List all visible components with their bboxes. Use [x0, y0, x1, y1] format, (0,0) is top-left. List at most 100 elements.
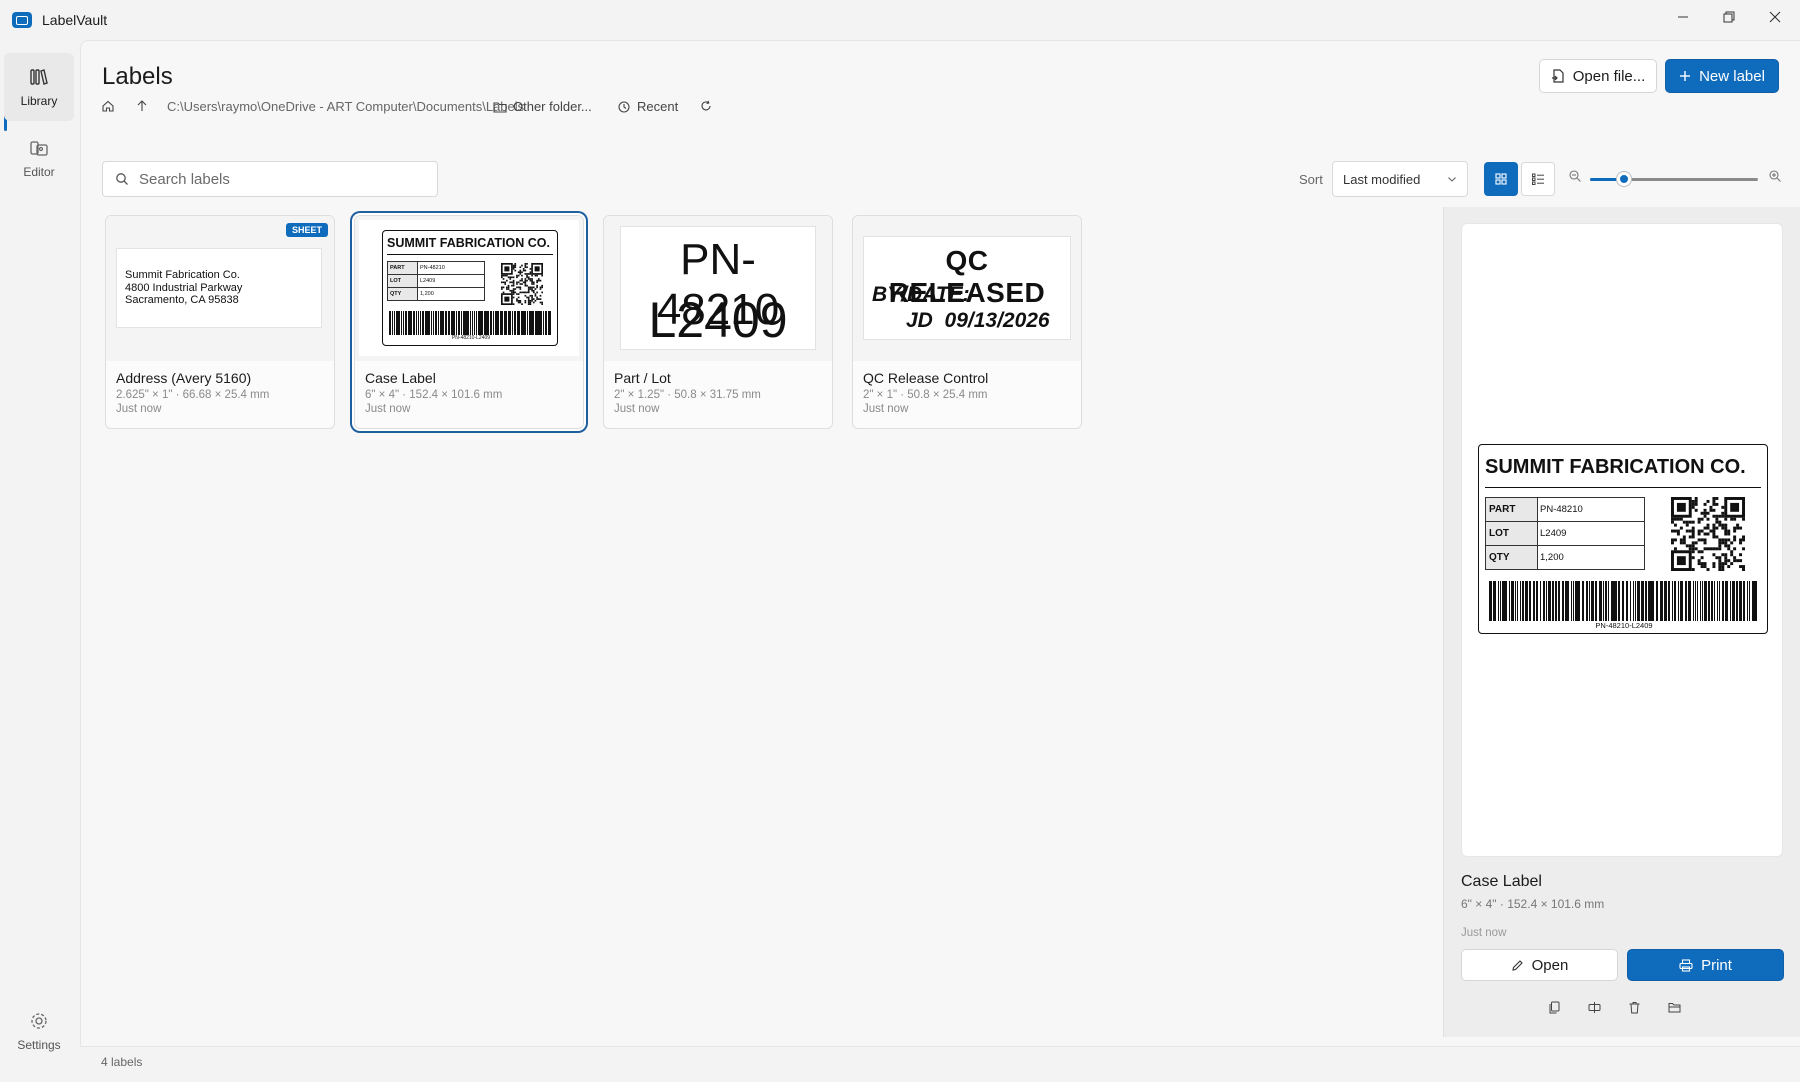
editor-icon [30, 141, 48, 156]
qr-module [1697, 520, 1701, 524]
sort-select[interactable]: Last modified [1332, 161, 1468, 197]
qr-module [529, 268, 532, 270]
open-label-button[interactable]: Open [1461, 949, 1618, 981]
qr-module [539, 301, 542, 304]
minimize-button[interactable] [1660, 0, 1706, 34]
qr-module [1673, 523, 1677, 527]
zoom-in-button[interactable] [1768, 169, 1782, 186]
qr-module [512, 281, 515, 284]
qr-module [519, 271, 522, 274]
qr-module [524, 266, 527, 269]
label-card-address[interactable]: Summit Fabrication Co. 4800 Industrial P… [105, 215, 335, 429]
nav-item-library-label: Library [20, 94, 58, 108]
qr-module [1718, 547, 1722, 551]
qr-module [1712, 502, 1716, 506]
qr-module [521, 278, 523, 280]
qr-module [521, 279, 523, 282]
qr-module [526, 263, 528, 265]
qr-module [1733, 529, 1737, 533]
qr-module [537, 279, 540, 282]
qr-module [1724, 544, 1728, 548]
qr-module [532, 289, 535, 292]
restore-button[interactable] [1706, 0, 1752, 34]
qr-module [524, 283, 527, 285]
new-label-button[interactable]: New label [1665, 59, 1779, 93]
duplicate-button[interactable] [1542, 995, 1566, 1019]
zoom-out-button[interactable] [1568, 169, 1582, 186]
qr-module [1742, 565, 1745, 569]
qr-module [526, 273, 528, 275]
address-lines: Summit Fabrication Co. 4800 Industrial P… [125, 269, 242, 307]
barcode-bar [474, 311, 475, 335]
qr-module [1694, 497, 1698, 500]
qr-module [509, 278, 512, 280]
barcode-bar [461, 311, 462, 335]
qr-module [511, 276, 513, 279]
nav-item-editor[interactable]: Editor [4, 124, 74, 192]
qr-module [509, 281, 512, 284]
card-thumbnail: PN-48210 L2409 [604, 216, 832, 361]
rename-button[interactable] [1582, 995, 1606, 1019]
qr-module [1679, 541, 1683, 545]
delete-button[interactable] [1622, 995, 1646, 1019]
qr-module [1721, 541, 1725, 545]
label-card-part-lot[interactable]: PN-48210 L2409 Part / Lot 2" × 1.25" · 5… [603, 215, 833, 429]
qr-module [1691, 526, 1695, 530]
refresh-button[interactable] [699, 99, 713, 113]
up-folder-button[interactable] [135, 99, 149, 113]
show-in-folder-button[interactable] [1662, 995, 1686, 1019]
qr-module [1703, 562, 1707, 566]
qr-module [1685, 523, 1689, 527]
nav-item-settings[interactable]: Settings [4, 997, 74, 1065]
recent-button[interactable]: Recent [617, 99, 678, 114]
qr-module [1694, 541, 1698, 545]
print-button[interactable]: Print [1627, 949, 1784, 981]
open-file-button[interactable]: Open file... [1539, 59, 1657, 93]
chevron-down-icon [1448, 177, 1456, 182]
qr-module [1694, 508, 1698, 512]
other-folder-button[interactable]: Other folder... [493, 99, 592, 114]
qr-module [1679, 538, 1683, 542]
qr-module [1712, 565, 1716, 569]
close-window-button[interactable] [1752, 0, 1798, 34]
qr-module [514, 291, 517, 294]
grid-view-button[interactable] [1484, 162, 1518, 196]
label-card-qc-release[interactable]: QC RELEASED BY/DATE: JD 09/13/2026 QC Re… [852, 215, 1082, 429]
zoom-slider[interactable] [1590, 172, 1758, 186]
qr-module [1727, 532, 1731, 536]
qr-module [514, 288, 517, 290]
qr-finder-core [504, 266, 510, 272]
folder-path[interactable]: C:\Users\raymo\OneDrive - ART Computer\D… [167, 99, 524, 114]
zoom-slider-thumb[interactable] [1616, 172, 1631, 186]
label-card-case[interactable]: SUMMIT FABRICATION CO. PART PN-48210 LOT L… [354, 215, 584, 429]
qr-module [1703, 502, 1707, 506]
qr-module [529, 294, 532, 297]
barcode-bar [1748, 581, 1751, 621]
qr-module [1724, 556, 1728, 560]
home-button[interactable] [101, 99, 115, 113]
nav-item-library[interactable]: Library [4, 53, 74, 121]
qr-module [501, 281, 503, 284]
qr-module [1718, 565, 1722, 569]
barcode-bar [1586, 581, 1588, 621]
field-value: L2409 [1537, 521, 1645, 546]
qr-module [512, 266, 515, 269]
barcode-bar [1706, 581, 1708, 621]
page-title: Labels [102, 63, 173, 90]
barcode-bar [398, 311, 400, 335]
barcode-bar [400, 311, 402, 335]
qr-module [1697, 550, 1701, 554]
qr-module [541, 284, 543, 287]
qr-module [524, 269, 527, 272]
barcode-bar [475, 311, 477, 335]
qr-module [1718, 520, 1722, 524]
qr-module [512, 268, 515, 270]
qr-module [1742, 568, 1745, 571]
qr-module [517, 293, 520, 295]
qr-module [534, 299, 537, 302]
search-input[interactable] [139, 170, 419, 188]
list-view-button[interactable] [1521, 162, 1555, 196]
qr-module [1715, 517, 1719, 521]
folder-open-icon [1668, 1002, 1680, 1012]
qc-signature-text: JD 09/13/2026 [906, 309, 1050, 332]
